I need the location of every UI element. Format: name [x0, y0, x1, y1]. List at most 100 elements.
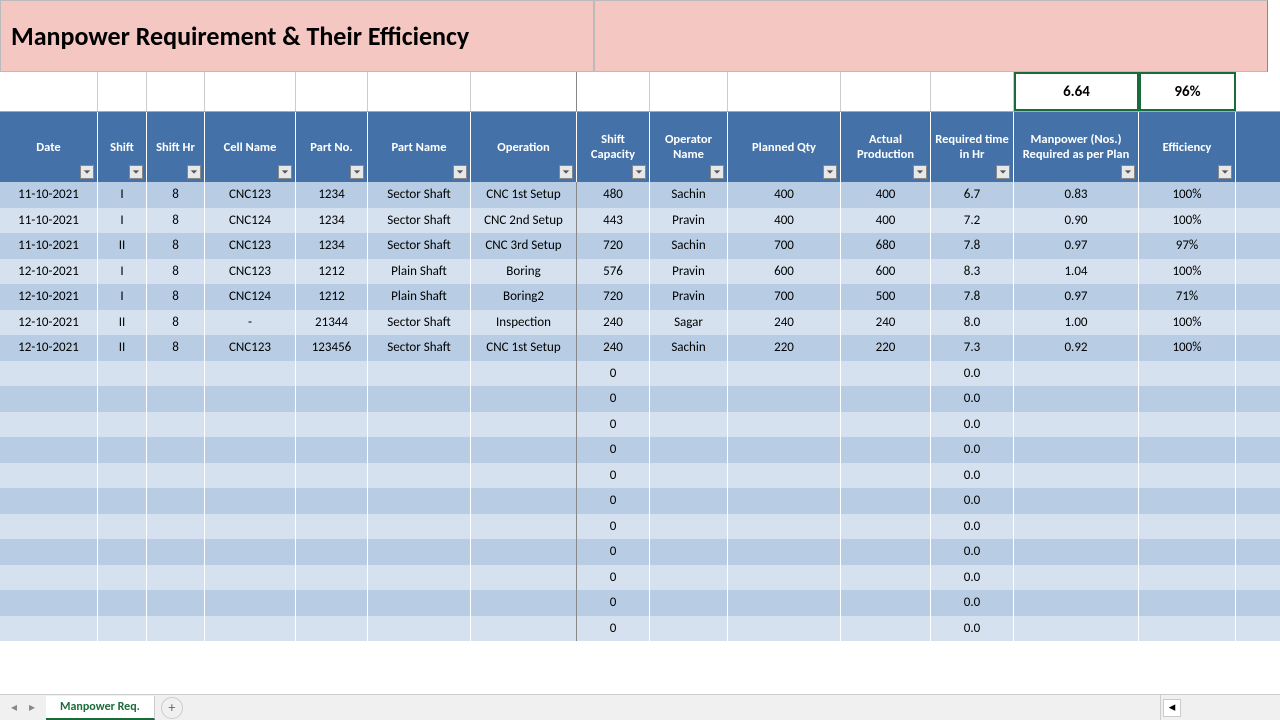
cell-shifthr[interactable]	[147, 386, 205, 412]
cell-planqty[interactable]	[728, 590, 841, 616]
column-header[interactable]: Shift	[98, 112, 147, 182]
cell-partno[interactable]	[296, 590, 368, 616]
cell-opname[interactable]	[650, 488, 728, 514]
cell-cellname[interactable]	[205, 590, 296, 616]
cell-planqty[interactable]: 700	[728, 284, 841, 310]
cell-opname[interactable]: Pravin	[650, 259, 728, 285]
summary-manpower-total[interactable]: 6.64	[1014, 72, 1139, 111]
cell-eff[interactable]	[1139, 514, 1236, 540]
cell-shift[interactable]	[98, 463, 147, 489]
column-header[interactable]: Operation	[471, 112, 577, 182]
cell-planqty[interactable]	[728, 488, 841, 514]
cell-manpower[interactable]	[1014, 412, 1139, 438]
cell-partname[interactable]: Sector Shaft	[368, 310, 471, 336]
cell-partname[interactable]	[368, 565, 471, 591]
cell-planqty[interactable]: 240	[728, 310, 841, 336]
cell-actprod[interactable]	[841, 616, 931, 642]
column-header[interactable]: Actual Production	[841, 112, 931, 182]
cell-shift[interactable]: I	[98, 208, 147, 234]
cell-actprod[interactable]: 220	[841, 335, 931, 361]
cell-date[interactable]: 11-10-2021	[0, 182, 98, 208]
cell-date[interactable]: 12-10-2021	[0, 310, 98, 336]
cell-opname[interactable]	[650, 386, 728, 412]
cell-reqtime[interactable]: 0.0	[931, 361, 1014, 387]
cell-shiftcap[interactable]: 720	[577, 233, 650, 259]
cell-reqtime[interactable]: 0.0	[931, 437, 1014, 463]
cell-shiftcap[interactable]: 0	[577, 463, 650, 489]
cell-operation[interactable]	[471, 386, 577, 412]
cell-shift[interactable]	[98, 361, 147, 387]
cell-planqty[interactable]: 400	[728, 182, 841, 208]
cell-actprod[interactable]	[841, 514, 931, 540]
cell-shift[interactable]: II	[98, 310, 147, 336]
filter-dropdown-icon[interactable]	[823, 165, 837, 179]
cell-manpower[interactable]: 0.97	[1014, 284, 1139, 310]
filter-dropdown-icon[interactable]	[996, 165, 1010, 179]
cell-reqtime[interactable]: 0.0	[931, 565, 1014, 591]
cell-cellname[interactable]	[205, 437, 296, 463]
cell-shift[interactable]	[98, 437, 147, 463]
cell-shiftcap[interactable]: 0	[577, 412, 650, 438]
cell-shifthr[interactable]	[147, 488, 205, 514]
cell-planqty[interactable]: 220	[728, 335, 841, 361]
cell-cellname[interactable]: CNC123	[205, 335, 296, 361]
cell-actprod[interactable]	[841, 590, 931, 616]
filter-dropdown-icon[interactable]	[350, 165, 364, 179]
cell-operation[interactable]	[471, 437, 577, 463]
cell-opname[interactable]	[650, 565, 728, 591]
cell-eff[interactable]	[1139, 590, 1236, 616]
summary-blank[interactable]	[205, 72, 296, 111]
cell-cellname[interactable]	[205, 463, 296, 489]
cell-actprod[interactable]: 500	[841, 284, 931, 310]
cell-eff[interactable]	[1139, 437, 1236, 463]
cell-reqtime[interactable]: 7.3	[931, 335, 1014, 361]
cell-shift[interactable]	[98, 514, 147, 540]
cell-operation[interactable]	[471, 616, 577, 642]
cell-partname[interactable]	[368, 488, 471, 514]
filter-dropdown-icon[interactable]	[129, 165, 143, 179]
filter-dropdown-icon[interactable]	[1218, 165, 1232, 179]
cell-shift[interactable]: II	[98, 335, 147, 361]
cell-manpower[interactable]	[1014, 514, 1139, 540]
filter-dropdown-icon[interactable]	[80, 165, 94, 179]
cell-reqtime[interactable]: 0.0	[931, 616, 1014, 642]
cell-cellname[interactable]	[205, 514, 296, 540]
cell-shiftcap[interactable]: 480	[577, 182, 650, 208]
tab-prev-icon[interactable]: ◂	[6, 700, 22, 716]
cell-operation[interactable]	[471, 488, 577, 514]
cell-shift[interactable]: II	[98, 233, 147, 259]
column-header[interactable]: Shift Capacity	[577, 112, 650, 182]
cell-partname[interactable]: Sector Shaft	[368, 208, 471, 234]
cell-actprod[interactable]	[841, 539, 931, 565]
cell-planqty[interactable]	[728, 437, 841, 463]
cell-manpower[interactable]	[1014, 488, 1139, 514]
column-header[interactable]: Manpower (Nos.) Required as per Plan	[1014, 112, 1139, 182]
summary-efficiency-total[interactable]: 96%	[1139, 72, 1236, 111]
cell-date[interactable]	[0, 616, 98, 642]
cell-operation[interactable]	[471, 412, 577, 438]
cell-cellname[interactable]	[205, 386, 296, 412]
cell-reqtime[interactable]: 0.0	[931, 539, 1014, 565]
cell-cellname[interactable]	[205, 488, 296, 514]
cell-operation[interactable]: Boring	[471, 259, 577, 285]
add-sheet-button[interactable]: +	[161, 697, 183, 719]
column-header[interactable]: Part No.	[296, 112, 368, 182]
cell-opname[interactable]: Sachin	[650, 335, 728, 361]
column-header[interactable]: Cell Name	[205, 112, 296, 182]
cell-partname[interactable]	[368, 539, 471, 565]
cell-partno[interactable]: 123456	[296, 335, 368, 361]
cell-manpower[interactable]: 0.90	[1014, 208, 1139, 234]
cell-reqtime[interactable]: 6.7	[931, 182, 1014, 208]
cell-eff[interactable]	[1139, 616, 1236, 642]
cell-partno[interactable]	[296, 488, 368, 514]
filter-dropdown-icon[interactable]	[559, 165, 573, 179]
cell-shifthr[interactable]	[147, 616, 205, 642]
cell-eff[interactable]	[1139, 386, 1236, 412]
cell-manpower[interactable]	[1014, 539, 1139, 565]
summary-blank[interactable]	[931, 72, 1014, 111]
cell-shiftcap[interactable]: 576	[577, 259, 650, 285]
cell-eff[interactable]: 100%	[1139, 310, 1236, 336]
cell-shifthr[interactable]	[147, 412, 205, 438]
summary-blank[interactable]	[471, 72, 577, 111]
cell-eff[interactable]: 100%	[1139, 335, 1236, 361]
